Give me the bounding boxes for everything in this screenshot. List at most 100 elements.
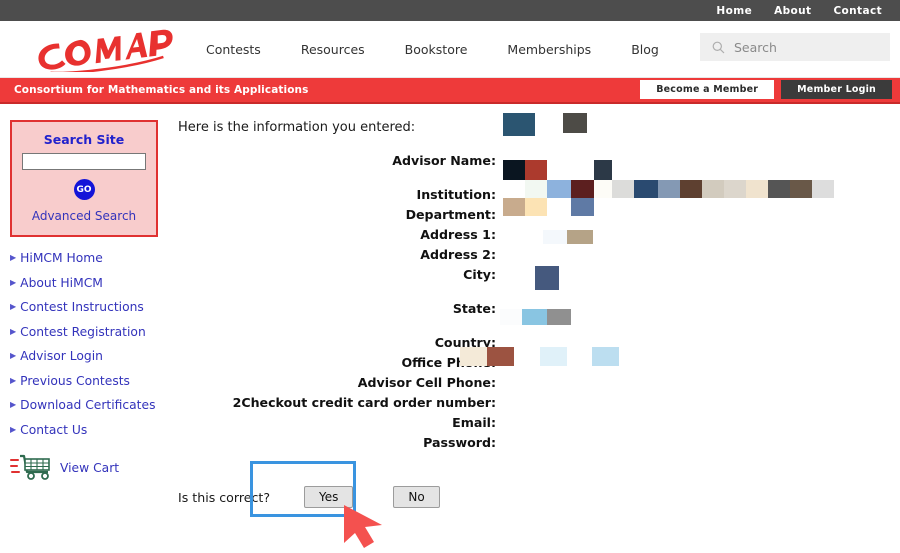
- sidebar: Search Site GO Advanced Search ▶ HiMCM H…: [0, 104, 170, 485]
- value-state: Postal Code:: [500, 301, 900, 321]
- value-country: [500, 335, 900, 355]
- page-content: Search Site GO Advanced Search ▶ HiMCM H…: [0, 104, 900, 548]
- bullet-arrow-icon: ▶: [10, 302, 17, 311]
- become-a-member-button[interactable]: Become a Member: [640, 80, 775, 99]
- row-advisor-name: Advisor Name:: [170, 153, 900, 173]
- row-address-1: Address 1:: [170, 227, 900, 247]
- banner-tagline: Consortium for Mathematics and its Appli…: [14, 84, 309, 96]
- row-department: Department:: [170, 207, 900, 227]
- advanced-search-link[interactable]: Advanced Search: [22, 209, 146, 223]
- bullet-arrow-icon: ▶: [10, 351, 17, 360]
- bullet-arrow-icon: ▶: [10, 400, 17, 409]
- nav-item-contests[interactable]: Contests: [206, 42, 261, 57]
- top-nav-contact[interactable]: Contact: [833, 5, 882, 17]
- row-2checkout-order-number: 2Checkout credit card order number:: [170, 395, 900, 415]
- row-password: Password:: [170, 435, 900, 455]
- top-nav-about[interactable]: About: [774, 5, 811, 17]
- sidebar-item-previous-contests[interactable]: ▶ Previous Contests: [10, 374, 170, 388]
- value-2checkout-order-number: [500, 395, 900, 415]
- label-department: Department:: [405, 207, 496, 222]
- bullet-arrow-icon: ▶: [10, 375, 17, 385]
- row-advisor-cell-phone: Advisor Cell Phone:: [170, 375, 900, 395]
- confirmation-row: Is this correct? Yes No: [178, 461, 900, 548]
- label-email: Email:: [452, 415, 496, 430]
- search-site-panel: Search Site GO Advanced Search: [10, 120, 158, 237]
- row-office-phone: Office Phone:: [170, 355, 900, 375]
- label-institution: Institution:: [416, 187, 496, 202]
- go-button[interactable]: GO: [73, 179, 95, 200]
- label-state: State:: [452, 301, 496, 316]
- sidebar-item-contest-registration[interactable]: ▶ Contest Registration: [10, 325, 170, 339]
- value-password: [500, 435, 900, 455]
- sidebar-item-about-himcm[interactable]: ▶ About HiMCM: [10, 276, 170, 290]
- banner-buttons: Become a Member Member Login: [640, 80, 892, 99]
- sidebar-item-label: HiMCM Home: [20, 251, 103, 265]
- bullet-arrow-icon: ▶: [10, 253, 17, 262]
- mouse-cursor-icon: [338, 503, 398, 549]
- value-advisor-name: [500, 153, 900, 173]
- nav-item-bookstore[interactable]: Bookstore: [405, 42, 468, 57]
- label-2checkout-order-number: 2Checkout credit card order number:: [232, 395, 496, 410]
- search-icon: [712, 41, 725, 54]
- sidebar-item-label: Download Certificates: [20, 398, 156, 412]
- sidebar-item-label: Previous Contests: [20, 373, 130, 388]
- label-address-1: Address 1:: [420, 227, 496, 242]
- confirmation-question: Is this correct?: [178, 489, 271, 505]
- value-advisor-cell-phone: [500, 375, 900, 395]
- row-state: State: Postal Code:: [170, 301, 900, 321]
- view-cart-label: View Cart: [60, 460, 120, 475]
- row-email: Email:: [170, 415, 900, 435]
- view-cart-link[interactable]: View Cart: [0, 451, 170, 485]
- value-email: [500, 415, 900, 435]
- sidebar-item-advisor-login[interactable]: ▶ Advisor Login: [10, 349, 170, 363]
- label-city: City:: [463, 267, 496, 282]
- main-navigation: Contests Resources Bookstore Memberships…: [206, 42, 659, 57]
- sidebar-nav-links: ▶ HiMCM Home ▶ About HiMCM ▶ Contest Ins…: [0, 251, 170, 437]
- nav-item-memberships[interactable]: Memberships: [507, 42, 591, 57]
- top-nav-home[interactable]: Home: [716, 5, 752, 17]
- row-city: City:: [170, 267, 900, 287]
- sidebar-item-label: Contact Us: [20, 422, 88, 437]
- value-address-1: [500, 227, 900, 247]
- value-city: [500, 267, 900, 287]
- value-institution: [500, 187, 900, 207]
- main-panel: Here is the information you entered: Adv…: [170, 104, 900, 548]
- sidebar-item-label: Contest Instructions: [20, 300, 144, 314]
- red-banner: Consortium for Mathematics and its Appli…: [0, 78, 900, 104]
- sidebar-item-label: About HiMCM: [20, 275, 103, 290]
- label-office-phone: Office Phone:: [401, 355, 496, 370]
- sidebar-item-label: Advisor Login: [20, 349, 103, 363]
- sidebar-item-contest-instructions[interactable]: ▶ Contest Instructions: [10, 300, 170, 314]
- label-password: Password:: [423, 435, 496, 450]
- yes-button[interactable]: Yes: [304, 486, 354, 508]
- sidebar-item-download-certificates[interactable]: ▶ Download Certificates: [10, 398, 170, 412]
- site-header: Contests Resources Bookstore Memberships…: [0, 21, 900, 78]
- value-address-2: [500, 247, 900, 267]
- top-utility-bar: Home About Contact: [0, 0, 900, 21]
- sidebar-item-himcm-home[interactable]: ▶ HiMCM Home: [10, 251, 170, 265]
- sidebar-item-label: Contest Registration: [20, 324, 146, 339]
- value-office-phone: [500, 355, 900, 375]
- label-address-2: Address 2:: [420, 247, 496, 262]
- nav-item-blog[interactable]: Blog: [631, 42, 659, 57]
- value-department: [500, 207, 900, 227]
- entered-information-table: Advisor Name: Institution: Department: A…: [170, 113, 900, 455]
- shopping-cart-icon: [10, 451, 54, 485]
- member-login-button[interactable]: Member Login: [781, 80, 892, 99]
- search-site-title: Search Site: [43, 132, 125, 147]
- bullet-arrow-icon: ▶: [10, 424, 17, 434]
- search-placeholder: Search: [734, 39, 777, 55]
- comap-logo[interactable]: [30, 26, 190, 72]
- nav-item-resources[interactable]: Resources: [301, 42, 365, 57]
- no-button[interactable]: No: [393, 486, 440, 508]
- sidebar-item-contact-us[interactable]: ▶ Contact Us: [10, 423, 170, 437]
- comap-logo-graphic: [38, 29, 173, 72]
- row-institution: Institution:: [170, 187, 900, 207]
- label-country: Country:: [434, 335, 496, 350]
- bullet-arrow-icon: ▶: [10, 277, 17, 287]
- bullet-arrow-icon: ▶: [10, 326, 17, 336]
- header-search-input[interactable]: Search: [700, 33, 890, 61]
- label-advisor-name: Advisor Name:: [392, 153, 496, 168]
- row-country: Country:: [170, 335, 900, 355]
- search-site-input[interactable]: [22, 153, 146, 170]
